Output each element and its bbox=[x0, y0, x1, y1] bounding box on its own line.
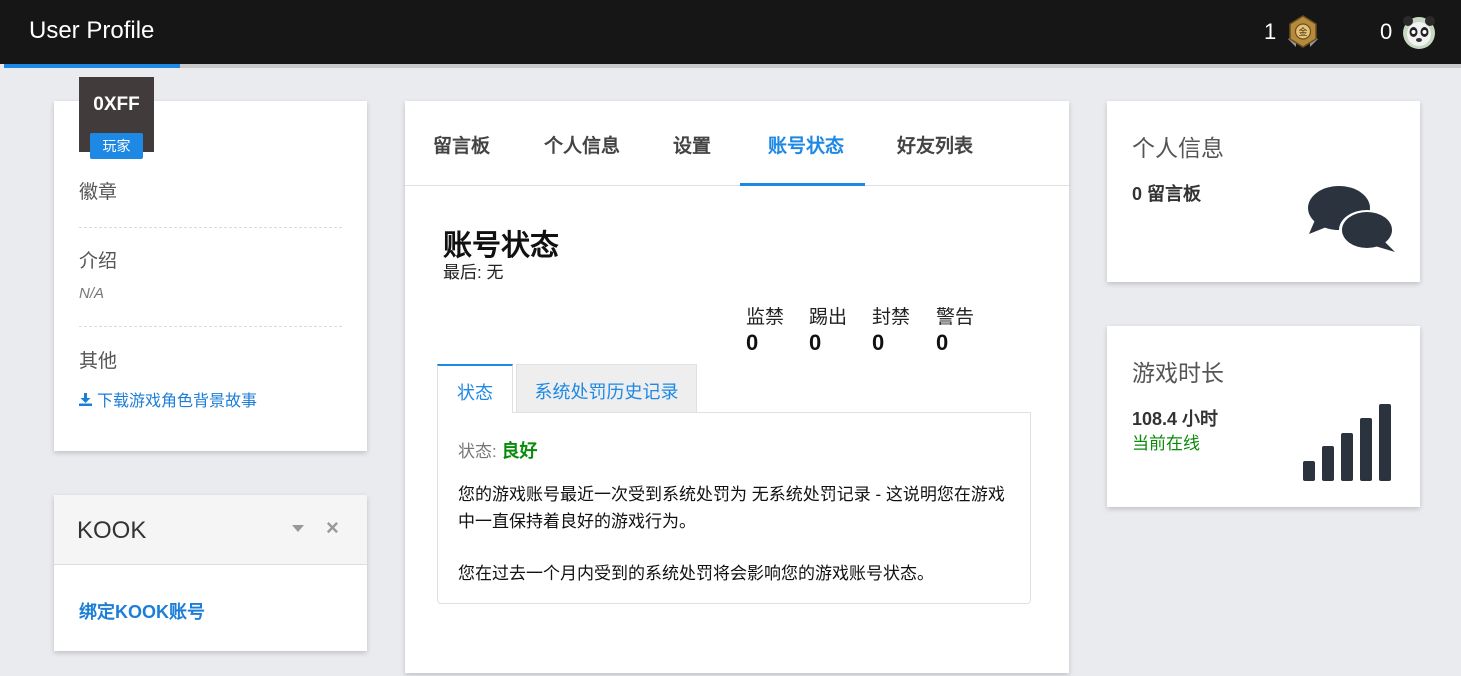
badges-label: 徽章 bbox=[79, 182, 118, 203]
counter-warning: 警告 0 bbox=[936, 302, 974, 356]
info-summary-card: 个人信息 0 留言板 bbox=[1107, 101, 1420, 282]
app-title: User Profile bbox=[29, 17, 155, 44]
subtab-status[interactable]: 状态 bbox=[437, 364, 513, 413]
counter-label: 封禁 bbox=[872, 307, 911, 328]
account-last-note: 最后: 无 bbox=[443, 263, 504, 282]
counter-label: 踢出 bbox=[809, 307, 848, 328]
playtime-value: 108.4 小时 bbox=[1132, 409, 1219, 429]
kook-title: KOOK bbox=[77, 517, 147, 544]
counter-value: 0 bbox=[872, 330, 885, 355]
counter-ban: 封禁 0 bbox=[872, 302, 910, 356]
other-label: 其他 bbox=[79, 351, 118, 372]
profile-tabs: 留言板 个人信息 设置 账号状态 好友列表 bbox=[405, 101, 1069, 186]
divider bbox=[79, 227, 342, 228]
panda-count: 0 bbox=[1380, 19, 1393, 44]
status-description: 您的游戏账号最近一次受到系统处罚为 无系统处罚记录 - 这说明您在游戏中一直保持… bbox=[458, 485, 1005, 531]
medal-icon: 金 bbox=[1288, 15, 1319, 48]
playtime-title: 游戏时长 bbox=[1132, 360, 1224, 386]
kook-card: KOOK × 绑定KOOK账号 bbox=[54, 495, 367, 651]
status-panel: 状态: 良好 您的游戏账号最近一次受到系统处罚为 无系统处罚记录 - 这说明您在… bbox=[437, 412, 1031, 604]
counter-value: 0 bbox=[809, 330, 822, 355]
tab-account-status[interactable]: 账号状态 bbox=[768, 131, 844, 158]
medal-counter[interactable]: 1 金 bbox=[1264, 14, 1322, 50]
online-status: 当前在线 bbox=[1132, 434, 1200, 453]
subtab-penalty-history[interactable]: 系统处罚历史记录 bbox=[516, 364, 697, 413]
message-count: 0 留言板 bbox=[1132, 184, 1202, 204]
tab-personal-info[interactable]: 个人信息 bbox=[544, 131, 620, 158]
intro-value: N/A bbox=[79, 285, 105, 302]
navbar-progress-accent bbox=[4, 64, 180, 68]
kook-header: KOOK × bbox=[54, 495, 367, 565]
tab-friends-list[interactable]: 好友列表 bbox=[897, 131, 973, 158]
panda-avatar-icon bbox=[1403, 16, 1436, 49]
tab-message-board[interactable]: 留言板 bbox=[433, 131, 490, 158]
bind-kook-link[interactable]: 绑定KOOK账号 bbox=[79, 598, 205, 624]
close-icon[interactable]: × bbox=[326, 515, 339, 541]
main-content-card: 留言板 个人信息 设置 账号状态 好友列表 账号状态 最后: 无 监禁 0 踢出… bbox=[405, 101, 1069, 673]
collapse-caret-icon[interactable] bbox=[292, 525, 304, 532]
counter-kick: 踢出 0 bbox=[809, 302, 847, 356]
comments-icon bbox=[1308, 186, 1395, 252]
counter-label: 警告 bbox=[936, 307, 975, 328]
status-prefix: 状态: bbox=[458, 442, 497, 461]
status-line: 状态: 良好 bbox=[458, 437, 537, 463]
status-note: 您在过去一个月内受到的系统处罚将会影响您的游戏账号状态。 bbox=[458, 564, 934, 583]
top-navbar: User Profile 1 金 0 bbox=[0, 0, 1461, 64]
counter-label: 监禁 bbox=[746, 307, 785, 328]
counter-value: 0 bbox=[936, 330, 949, 355]
other-section: 其他 下载游戏角色背景故事 bbox=[79, 346, 342, 411]
navbar-rule bbox=[180, 64, 1461, 68]
badges-section: 徽章 bbox=[79, 177, 342, 204]
svg-text:金: 金 bbox=[1299, 26, 1308, 38]
playtime-card: 游戏时长 108.4 小时 当前在线 bbox=[1107, 326, 1420, 507]
role-badge: 玩家 bbox=[90, 133, 143, 159]
counter-value: 0 bbox=[746, 330, 759, 355]
intro-label: 介绍 bbox=[79, 251, 118, 272]
medal-count: 1 bbox=[1264, 19, 1277, 44]
active-tab-indicator bbox=[740, 183, 865, 186]
status-value: 良好 bbox=[501, 441, 538, 461]
info-card-title: 个人信息 bbox=[1132, 135, 1224, 161]
download-icon bbox=[79, 392, 92, 406]
download-backstory-link[interactable]: 下载游戏角色背景故事 bbox=[79, 387, 342, 411]
divider bbox=[79, 326, 342, 327]
intro-section: 介绍 N/A bbox=[79, 246, 342, 302]
counter-jail: 监禁 0 bbox=[746, 302, 784, 356]
tab-settings[interactable]: 设置 bbox=[673, 131, 711, 158]
download-link-text: 下载游戏角色背景故事 bbox=[97, 393, 258, 410]
panda-counter[interactable]: 0 bbox=[1380, 14, 1438, 50]
signal-bars-icon bbox=[1303, 404, 1391, 481]
